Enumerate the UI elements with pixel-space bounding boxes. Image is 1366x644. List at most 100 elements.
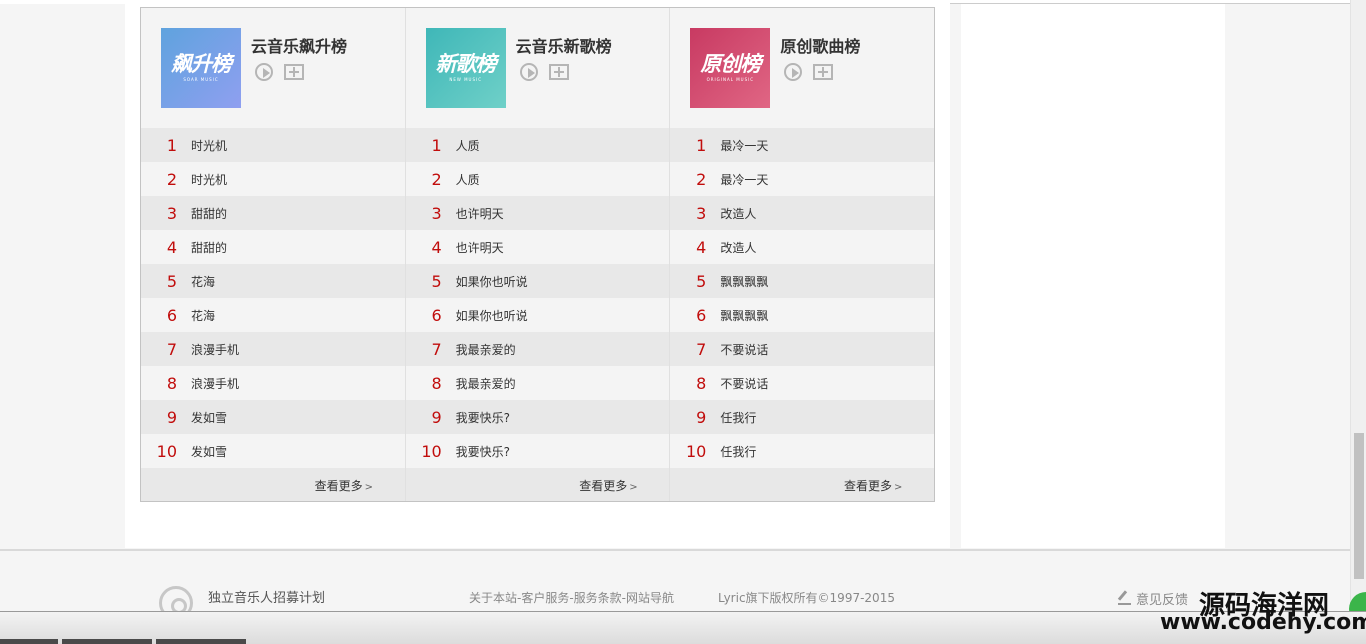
song-title[interactable]: 甜甜的 (191, 239, 227, 256)
song-title[interactable]: 改造人 (720, 239, 756, 256)
rank-number: 4 (431, 237, 442, 257)
chart-cover[interactable]: 新歌榜 NEW MUSIC (425, 28, 506, 108)
rank-number: 1 (696, 135, 707, 155)
chart-cover[interactable]: 原创榜 ORIGINAL MUSIC (690, 28, 771, 108)
song-row[interactable]: 6 如果你也听说 (405, 298, 670, 332)
vertical-scrollbar[interactable] (1350, 0, 1366, 611)
song-title[interactable]: 发如雪 (191, 409, 227, 426)
song-row[interactable]: 1 最冷一天 (670, 128, 935, 162)
song-row[interactable]: 7 不要说话 (670, 332, 935, 366)
song-row[interactable]: 3 甜甜的 (141, 196, 405, 230)
scrollbar-thumb[interactable] (1354, 433, 1364, 579)
rank-number: 1 (166, 135, 177, 155)
song-row[interactable]: 3 也许明天 (405, 196, 670, 230)
song-row[interactable]: 8 浪漫手机 (141, 366, 405, 400)
play-icon[interactable] (255, 63, 273, 81)
song-row[interactable]: 3 改造人 (670, 196, 935, 230)
song-row[interactable]: 1 时光机 (141, 128, 405, 162)
song-title[interactable]: 人质 (456, 171, 480, 188)
song-row[interactable]: 8 我最亲爱的 (405, 366, 670, 400)
song-row[interactable]: 8 不要说话 (670, 366, 935, 400)
rank-number: 9 (166, 407, 177, 427)
view-more-link[interactable]: 查看更多 > (844, 477, 902, 494)
song-row[interactable]: 4 甜甜的 (141, 230, 405, 264)
chart-title[interactable]: 云音乐飙升榜 (251, 33, 347, 57)
view-more-label: 查看更多 (314, 479, 363, 493)
song-title[interactable]: 甜甜的 (191, 205, 227, 222)
taskbar-button[interactable] (62, 639, 152, 644)
song-title[interactable]: 任我行 (720, 409, 756, 426)
song-title[interactable]: 我要快乐? (456, 409, 510, 426)
taskbar-button[interactable] (156, 639, 246, 644)
rank-number: 7 (696, 339, 707, 359)
song-title[interactable]: 时光机 (191, 137, 227, 154)
view-more-link[interactable]: 查看更多 > (579, 477, 637, 494)
song-title[interactable]: 花海 (191, 273, 215, 290)
song-title[interactable]: 时光机 (191, 171, 227, 188)
song-title[interactable]: 浪漫手机 (191, 341, 239, 358)
song-title[interactable]: 飘飘飘飘 (720, 307, 768, 324)
song-row[interactable]: 1 人质 (405, 128, 670, 162)
rank-number: 2 (166, 169, 177, 189)
song-row[interactable]: 7 浪漫手机 (141, 332, 405, 366)
song-title[interactable]: 也许明天 (456, 239, 504, 256)
chart-title[interactable]: 原创歌曲榜 (780, 33, 860, 57)
song-row[interactable]: 6 飘飘飘飘 (670, 298, 935, 332)
song-row[interactable]: 4 改造人 (670, 230, 935, 264)
play-icon[interactable] (519, 63, 538, 81)
add-to-playlist-icon[interactable] (548, 64, 569, 80)
song-row[interactable]: 10 任我行 (670, 434, 935, 468)
song-row[interactable]: 4 也许明天 (405, 230, 670, 264)
rank-number: 2 (431, 169, 442, 189)
song-row[interactable]: 7 我最亲爱的 (405, 332, 670, 366)
song-title[interactable]: 人质 (456, 137, 480, 154)
add-to-playlist-icon[interactable] (284, 64, 304, 80)
song-title[interactable]: 发如雪 (191, 443, 227, 460)
song-title[interactable]: 花海 (191, 307, 215, 324)
rank-number: 8 (431, 373, 442, 393)
song-row[interactable]: 6 花海 (141, 298, 405, 332)
rank-number: 3 (166, 203, 177, 223)
song-row[interactable]: 5 花海 (141, 264, 405, 298)
song-title[interactable]: 最冷一天 (720, 171, 768, 188)
song-row[interactable]: 9 我要快乐? (405, 400, 670, 434)
song-title[interactable]: 也许明天 (456, 205, 504, 222)
song-title[interactable]: 我要快乐? (456, 443, 510, 460)
song-row[interactable]: 2 最冷一天 (670, 162, 935, 196)
feedback-link[interactable]: 意见反馈 (1118, 589, 1188, 608)
add-to-playlist-icon[interactable] (813, 64, 834, 80)
chart-header: 原创榜 ORIGINAL MUSIC 原创歌曲榜 (670, 8, 934, 128)
song-title[interactable]: 不要说话 (720, 375, 768, 392)
rank-number: 7 (431, 339, 442, 359)
song-row[interactable]: 5 如果你也听说 (405, 264, 670, 298)
rank-number: 10 (685, 441, 707, 461)
view-more-link[interactable]: 查看更多 > (315, 477, 373, 494)
song-title[interactable]: 我最亲爱的 (456, 341, 516, 358)
song-title[interactable]: 如果你也听说 (456, 273, 528, 290)
footer-links[interactable]: 关于本站-客户服务-服务条款-网站导航 (469, 589, 674, 606)
rank-number: 5 (696, 271, 707, 291)
song-title[interactable]: 飘飘飘飘 (720, 273, 768, 290)
taskbar-button[interactable] (0, 639, 58, 644)
musician-recruit-link[interactable]: 独立音乐人招募计划 (208, 587, 325, 606)
song-row[interactable]: 9 发如雪 (141, 400, 405, 434)
song-list: 1 人质 2 人质 3 也许明天 4 也许明天 5 如果你也听说 6 如果你也听说 7 我最亲… (405, 128, 670, 501)
song-row[interactable]: 10 发如雪 (141, 434, 405, 468)
cover-title: 原创榜 (700, 52, 761, 76)
chart-title[interactable]: 云音乐新歌榜 (516, 33, 612, 57)
rank-number: 3 (696, 203, 707, 223)
song-title[interactable]: 最冷一天 (720, 137, 768, 154)
song-title[interactable]: 任我行 (720, 443, 756, 460)
song-row[interactable]: 2 时光机 (141, 162, 405, 196)
song-title[interactable]: 改造人 (720, 205, 756, 222)
song-title[interactable]: 如果你也听说 (456, 307, 528, 324)
song-row[interactable]: 2 人质 (405, 162, 670, 196)
song-title[interactable]: 我最亲爱的 (456, 375, 516, 392)
song-row[interactable]: 10 我要快乐? (405, 434, 670, 468)
song-title[interactable]: 不要说话 (720, 341, 768, 358)
song-row[interactable]: 5 飘飘飘飘 (670, 264, 935, 298)
song-title[interactable]: 浪漫手机 (191, 375, 239, 392)
chart-cover[interactable]: 飙升榜 SOAR MUSIC (161, 28, 241, 108)
song-row[interactable]: 9 任我行 (670, 400, 935, 434)
play-icon[interactable] (784, 63, 803, 81)
